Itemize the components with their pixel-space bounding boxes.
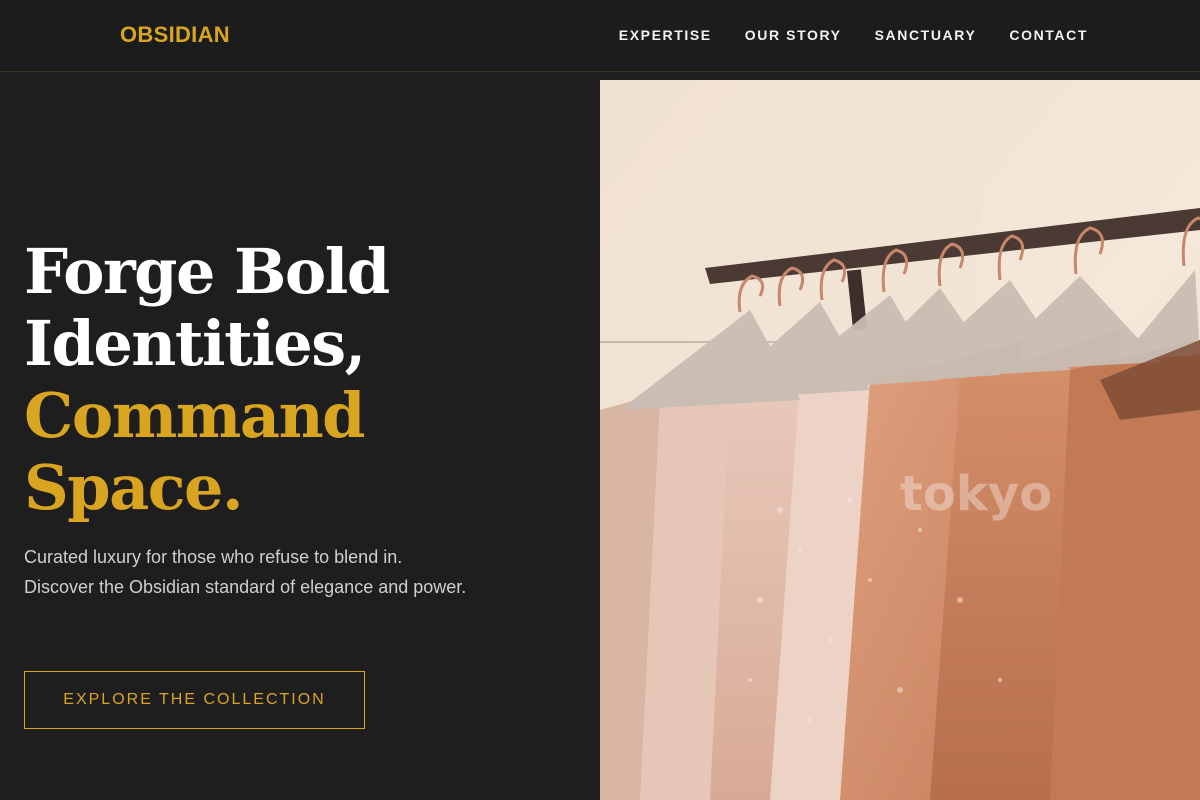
headline-line-2: Identities,: [24, 307, 366, 380]
headline-line-3: Command: [24, 379, 366, 452]
hero-clothing-rack-image: tokyo: [600, 80, 1200, 800]
brand-logo[interactable]: OBSIDIAN: [120, 22, 230, 48]
headline-line-1: Forge Bold: [24, 235, 390, 308]
nav-link-expertise[interactable]: EXPERTISE: [619, 27, 712, 43]
nav-link-our-story[interactable]: OUR STORY: [745, 27, 842, 43]
explore-collection-button[interactable]: EXPLORE THE COLLECTION: [24, 671, 365, 729]
nav-link-contact[interactable]: CONTACT: [1009, 27, 1088, 43]
image-watermark: tokyo: [900, 466, 1052, 522]
hero-headline-block: Forge Bold Identities, Command Space.: [24, 236, 544, 524]
nav-links: EXPERTISE OUR STORY SANCTUARY CONTACT: [619, 27, 1088, 43]
top-navigation: OBSIDIAN EXPERTISE OUR STORY SANCTUARY C…: [0, 0, 1200, 72]
nav-link-sanctuary[interactable]: SANCTUARY: [875, 27, 977, 43]
hero-subtext: Curated luxury for those who refuse to b…: [24, 547, 467, 597]
headline-line-4: Space.: [24, 451, 244, 524]
hero-headline: Forge Bold Identities, Command Space.: [24, 236, 544, 524]
